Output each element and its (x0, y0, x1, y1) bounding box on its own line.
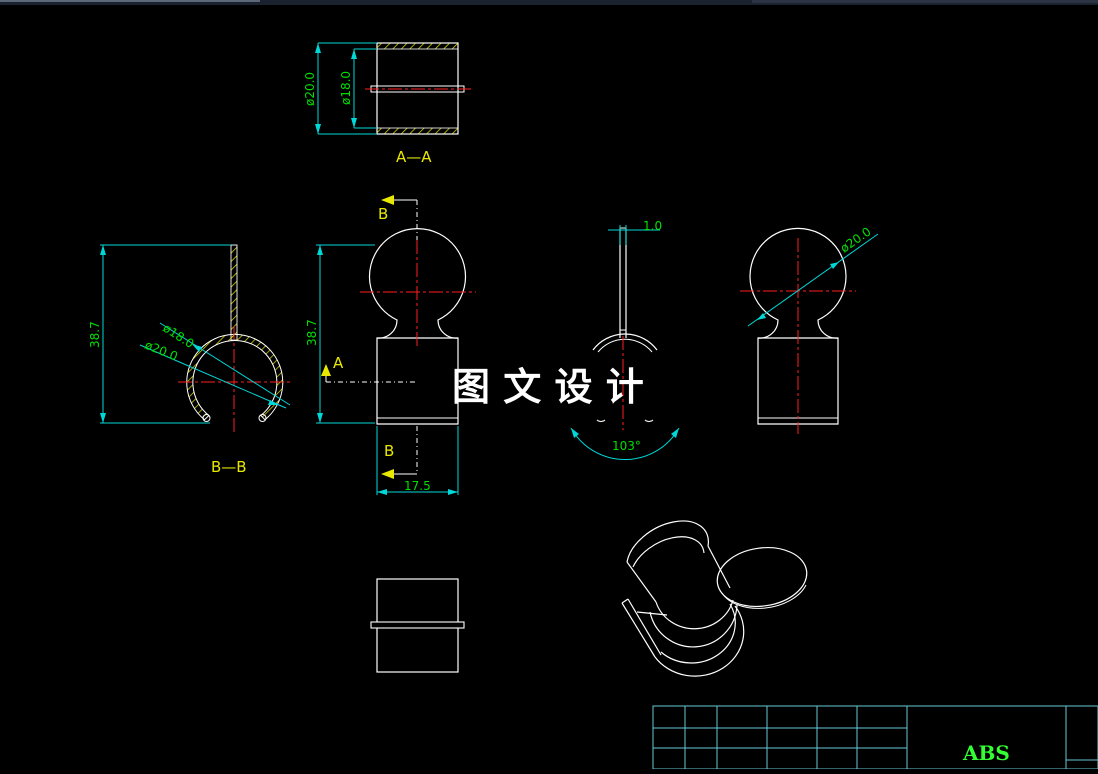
title-block (652, 705, 1098, 770)
bb-outer-diameter-dim: ø20.0 (143, 338, 180, 364)
front-arrow-b-top-label: B (378, 205, 388, 223)
side-angle-dim: 103° (612, 439, 641, 453)
aa-section-label: A—A (396, 148, 432, 166)
right-view[interactable] (740, 227, 879, 434)
aa-inner-diameter-dim: ø18.0 (339, 71, 353, 105)
front-view[interactable] (316, 195, 476, 495)
right-diameter-dim: ø20.0 (838, 224, 874, 255)
cad-drawing-canvas[interactable]: ø20.0 ø18.0 A—A 38.7 ø18.0 ø20.0 B—B 38.… (0, 0, 1098, 770)
front-height-dim: 38.7 (305, 319, 319, 346)
bb-height-dim: 38.7 (88, 321, 102, 348)
isometric-view[interactable] (621, 520, 811, 677)
watermark-text: 图 文 设 计 (452, 365, 644, 409)
top-window-strip (0, 0, 1098, 5)
front-width-dim: 17.5 (404, 479, 431, 493)
bb-section-label: B—B (211, 458, 247, 476)
bottom-view[interactable] (370, 578, 465, 673)
side-thickness-dim: 1.0 (643, 219, 662, 233)
cad-drawing: ø20.0 ø18.0 A—A 38.7 ø18.0 ø20.0 B—B 38.… (0, 0, 1098, 770)
side-view[interactable] (570, 225, 680, 461)
aa-outer-diameter-dim: ø20.0 (303, 72, 317, 106)
front-arrow-a-label: A (333, 354, 344, 372)
title-block-material: ABS (962, 741, 1010, 765)
front-arrow-b-bottom-label: B (384, 442, 394, 460)
